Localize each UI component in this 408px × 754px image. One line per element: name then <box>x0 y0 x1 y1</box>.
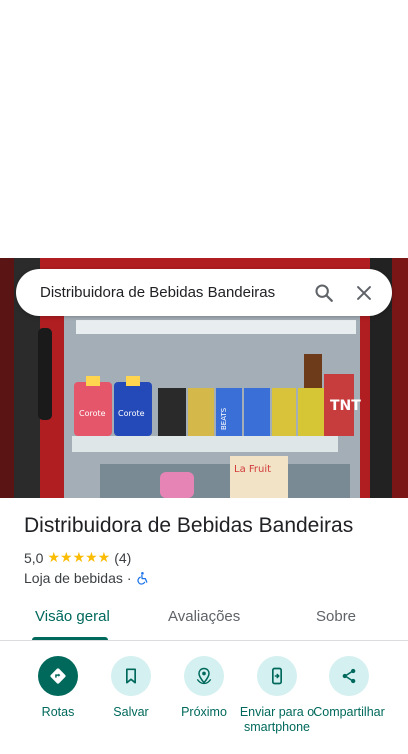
rating-value: 5,0 <box>24 549 44 566</box>
tab-bar: Visão geral Avaliações Sobre <box>0 598 408 641</box>
directions-label: Rotas <box>41 705 75 719</box>
bookmark-icon <box>126 668 136 684</box>
send-to-phone-icon-circle <box>257 656 297 696</box>
nearby-label: Próximo <box>181 705 227 719</box>
star-rating-icon: ★★★★★ <box>47 549 111 565</box>
save-button[interactable]: Salvar <box>91 656 171 720</box>
close-icon <box>357 285 371 300</box>
place-title: Distribuidora de Bebidas Bandeiras <box>24 514 354 537</box>
close-button[interactable] <box>344 273 384 313</box>
tab-overview[interactable]: Visão geral <box>35 608 110 625</box>
search-button[interactable] <box>304 273 344 313</box>
tab-reviews[interactable]: Avaliações <box>168 608 240 625</box>
send-to-phone-label: Enviar para o smartphone <box>239 705 315 734</box>
tab-about[interactable]: Sobre <box>316 608 356 625</box>
send-to-phone-button[interactable]: Enviar para o smartphone <box>237 656 317 735</box>
bottle-label: Corote <box>118 409 145 418</box>
active-tab-indicator <box>32 637 108 640</box>
nearby-icon <box>196 667 212 685</box>
share-icon-circle <box>329 656 369 696</box>
nearby-icon-circle <box>184 656 224 696</box>
share-button[interactable]: Compartilhar <box>309 656 389 720</box>
search-bar[interactable]: Distribuidora de Bebidas Bandeiras <box>16 269 392 316</box>
wheelchair-accessible-icon <box>136 572 147 585</box>
directions-icon-circle <box>38 656 78 696</box>
bottle-label: Corote <box>79 409 106 418</box>
can-tnt-label: TNT <box>330 398 361 414</box>
can-label: BEATS <box>220 407 228 430</box>
category-row: Loja de bebidas · <box>24 570 150 586</box>
save-icon-circle <box>111 656 151 696</box>
share-label: Compartilhar <box>313 705 385 719</box>
box-label: La Fruit <box>234 464 271 475</box>
directions-button[interactable]: Rotas <box>18 656 98 720</box>
directions-icon <box>50 668 66 684</box>
search-query-text[interactable]: Distribuidora de Bebidas Bandeiras <box>40 284 304 301</box>
rating-row[interactable]: 5,0 ★★★★★ (4) <box>24 549 131 566</box>
nearby-button[interactable]: Próximo <box>164 656 244 720</box>
separator-dot: · <box>126 570 132 586</box>
review-count[interactable]: (4) <box>114 550 131 566</box>
place-category: Loja de bebidas <box>24 570 123 586</box>
share-icon <box>342 668 356 684</box>
search-icon <box>315 283 333 302</box>
action-bar: Rotas Salvar Próximo Enviar para o smart… <box>0 650 408 754</box>
send-to-phone-icon <box>272 667 282 685</box>
save-label: Salvar <box>113 705 149 719</box>
